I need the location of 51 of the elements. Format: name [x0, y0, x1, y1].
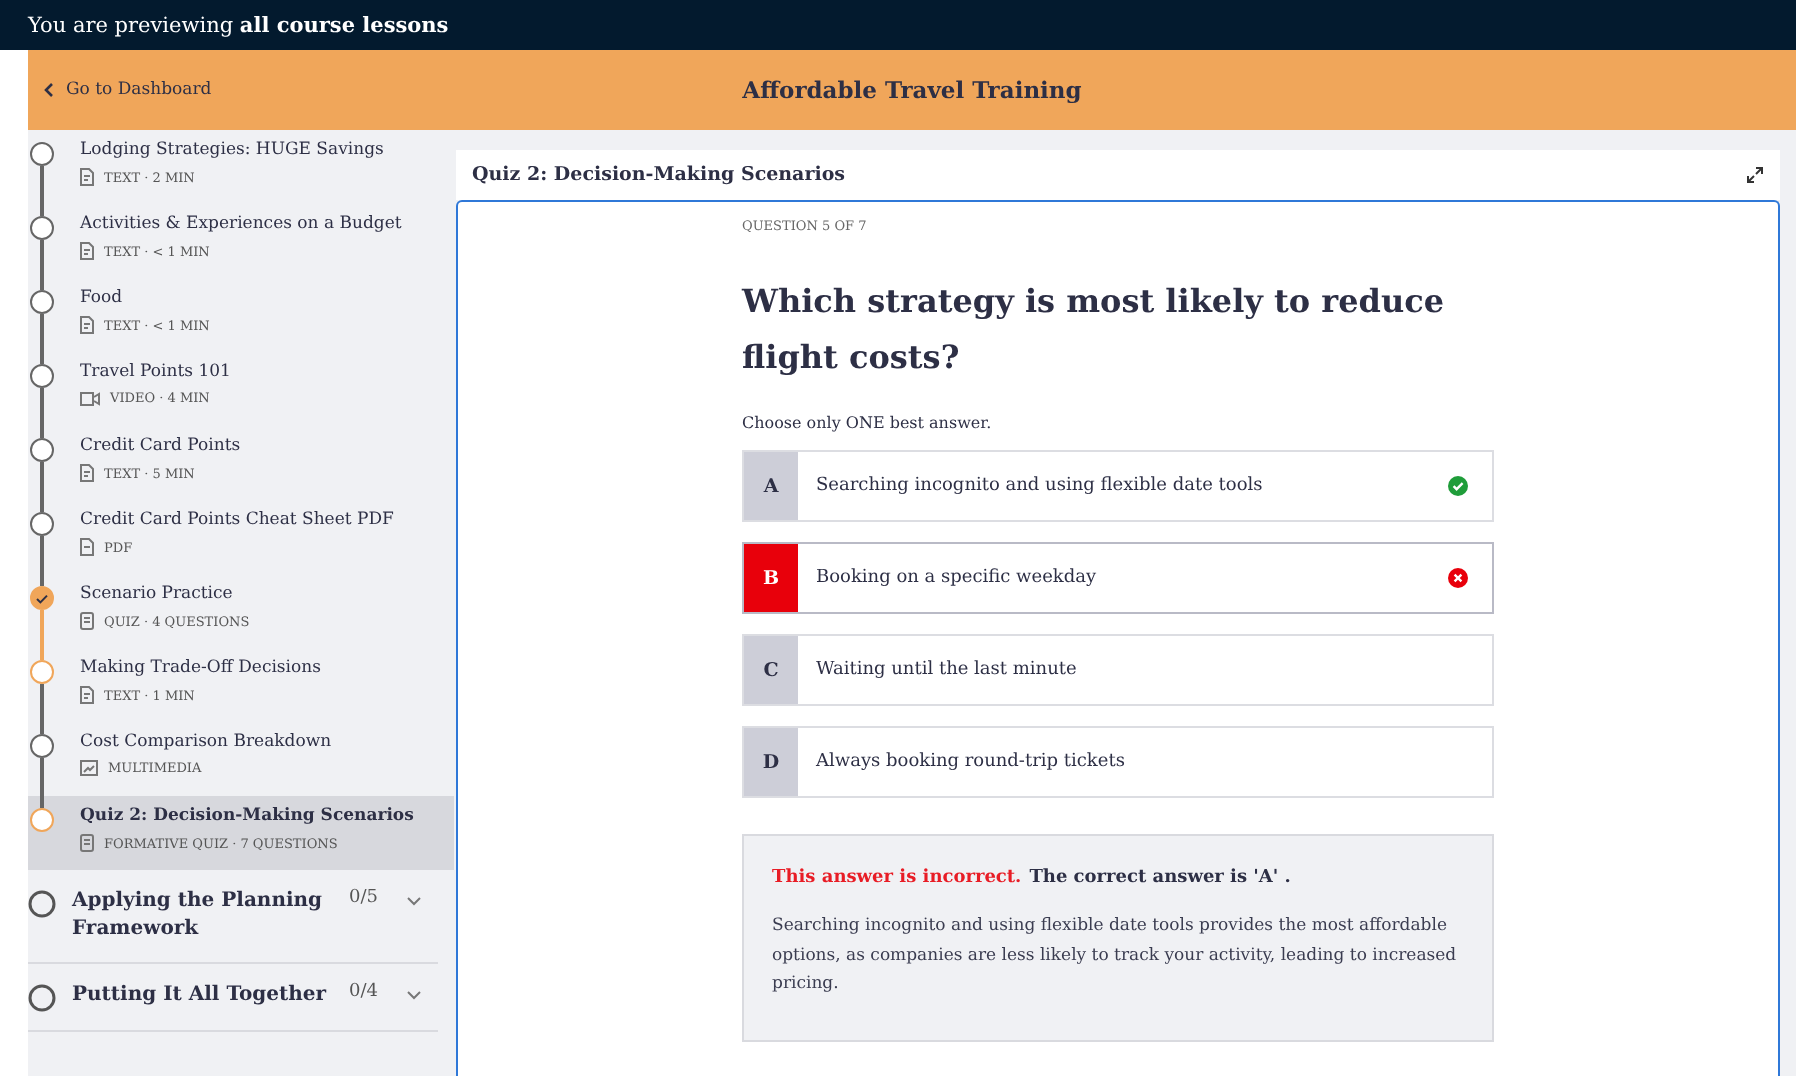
quiz-icon — [80, 834, 94, 852]
option-text: Always booking round-trip tickets — [814, 750, 1127, 776]
option-letter: B — [744, 544, 798, 612]
pdf-icon — [80, 538, 94, 556]
video-icon — [80, 391, 100, 405]
multimedia-icon — [80, 760, 98, 776]
lesson-title: Credit Card Points Cheat Sheet PDF — [80, 510, 394, 530]
option-text: Searching incognito and using flexible date tools — [814, 474, 1265, 500]
check-circle-icon — [1448, 476, 1468, 496]
verdict-text: This answer is incorrect. — [772, 868, 1022, 888]
lesson-title: Food — [80, 288, 125, 308]
lesson-title: Lodging Strategies: HUGE Savings — [80, 140, 384, 160]
lesson-title: Credit Card Points — [80, 436, 241, 456]
option-letter: A — [744, 452, 798, 520]
quiz-icon — [80, 612, 94, 630]
correct-answer-text: The correct answer is 'A' . — [1029, 868, 1291, 888]
text-icon — [80, 464, 94, 482]
lesson-title: Quiz 2: Decision-Making Scenarios — [80, 806, 414, 826]
answer-option[interactable]: D Always booking round-trip tickets — [742, 726, 1494, 798]
section-header[interactable]: Applying the Planning Framework 0/5 — [28, 870, 438, 964]
option-text: Waiting until the last minute — [814, 658, 1079, 684]
answer-option[interactable]: B Booking on a specific weekday — [742, 542, 1494, 614]
answer-hint: Choose only ONE best answer. — [742, 414, 994, 432]
text-icon — [80, 316, 94, 334]
dashboard-link[interactable]: Go to Dashboard — [44, 80, 743, 100]
quiz-title: Quiz 2: Decision-Making Scenarios — [472, 164, 846, 186]
preview-banner: You are previewing all course lessons — [0, 0, 1796, 50]
section-title: Applying the Planning Framework — [72, 888, 325, 944]
error-circle-icon — [1448, 568, 1468, 588]
answer-option[interactable]: C Waiting until the last minute — [742, 634, 1494, 706]
text-icon — [80, 686, 94, 704]
question-text: Which strategy is most likely to reduce flight costs? — [742, 280, 1447, 380]
chevron-left-icon — [44, 82, 54, 98]
lesson-title: Travel Points 101 — [80, 362, 231, 382]
explanation-text: Searching incognito and using flexible date tools provides the most affordable options, as companies are less likely to track your activity, leading to increased pricing. — [772, 914, 1459, 998]
section-title: Putting It All Together — [72, 982, 329, 1010]
lesson-title: Activities & Experiences on a Budget — [80, 214, 402, 234]
expand-icon[interactable] — [1746, 166, 1764, 184]
lesson-title: Making Trade-Off Decisions — [80, 658, 321, 678]
option-letter: C — [744, 636, 798, 704]
section-header[interactable]: Putting It All Together 0/4 — [28, 964, 438, 1032]
lesson-title: Scenario Practice — [80, 584, 235, 604]
answer-option[interactable]: A Searching incognito and using flexible date tools — [742, 450, 1494, 522]
course-title: Affordable Travel Training — [742, 76, 1082, 104]
text-icon — [80, 242, 94, 260]
text-icon — [80, 168, 94, 186]
lesson-title: Cost Comparison Breakdown — [80, 732, 332, 752]
option-letter: D — [744, 728, 798, 796]
option-text: Booking on a specific weekday — [814, 566, 1099, 592]
lesson-count: 0/4 — [349, 982, 378, 1002]
lesson-count: 0/5 — [349, 888, 378, 908]
